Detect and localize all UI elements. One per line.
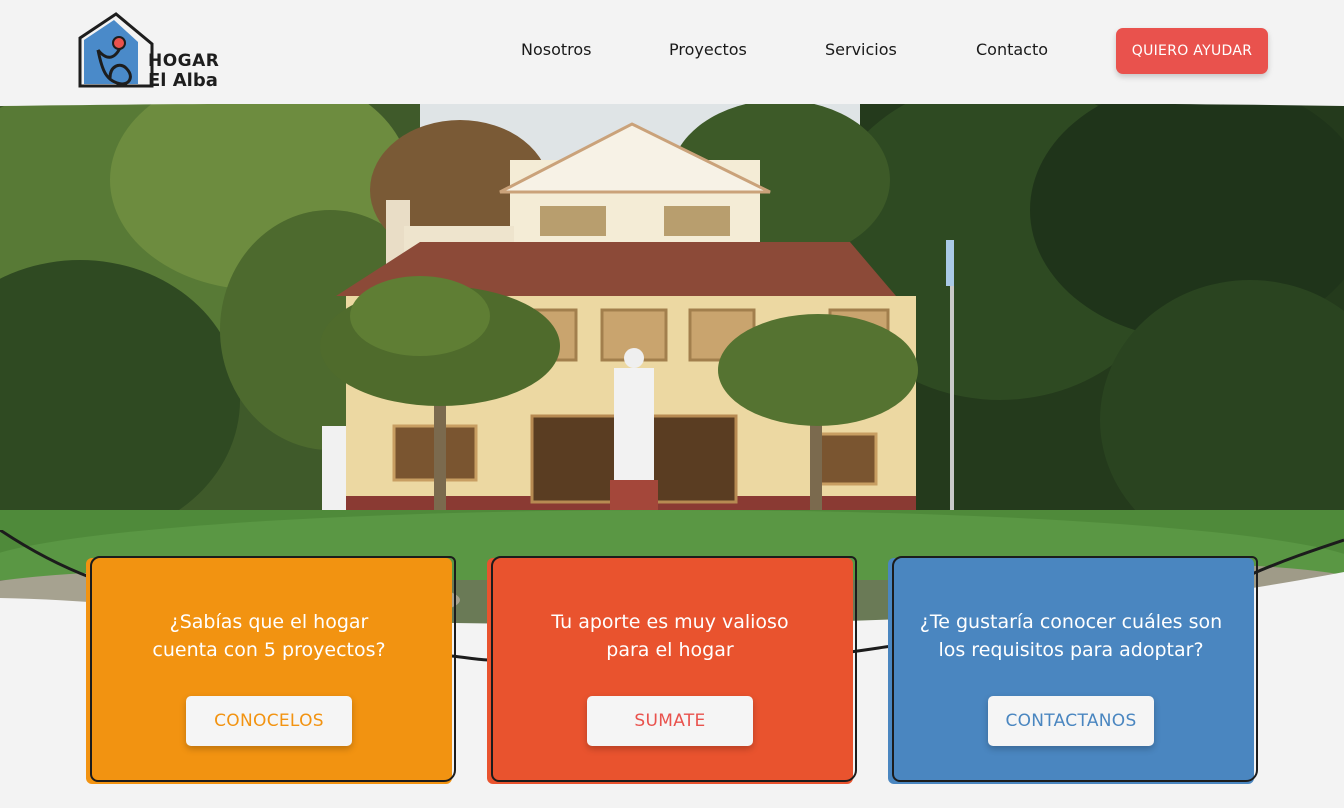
logo-line-el-alba: El Alba [148, 70, 218, 91]
card-text-line: ¿Te gustaría conocer cuáles son [919, 611, 1223, 633]
site-header: HOGAR El Alba Nosotros Proyectos Servici… [0, 0, 1344, 104]
house-logo-icon [78, 12, 154, 88]
card-text: ¿Te gustaría conocer cuáles son los requ… [898, 608, 1244, 664]
card-text: Tu aporte es muy valioso para el hogar [497, 608, 843, 664]
card-text-line: Tu aporte es muy valioso [551, 611, 789, 633]
logo-wordmark: HOGAR El Alba [148, 51, 220, 91]
card-text: ¿Sabías que el hogar cuenta con 5 proyec… [96, 608, 442, 664]
card-text-line: cuenta con 5 proyectos? [152, 639, 386, 661]
nav-link-nosotros[interactable]: Nosotros [521, 40, 592, 59]
card-background [86, 558, 452, 784]
nav-link-proyectos[interactable]: Proyectos [669, 40, 747, 59]
contactanos-button[interactable]: CONTACTANOS [988, 696, 1154, 746]
logo-line-hogar: HOGAR [148, 51, 220, 71]
card-text-line: ¿Sabías que el hogar [169, 611, 369, 633]
card-background [888, 558, 1254, 784]
quiero-ayudar-button[interactable]: QUIERO AYUDAR [1116, 28, 1268, 74]
conocelos-button[interactable]: CONOCELOS [186, 696, 352, 746]
card-text-line: para el hogar [606, 639, 734, 661]
card-background [487, 558, 853, 784]
card-text-line: los requisitos para adoptar? [938, 639, 1204, 661]
nav-link-servicios[interactable]: Servicios [825, 40, 897, 59]
sumate-button[interactable]: SUMATE [587, 696, 753, 746]
card-adoptar: ¿Te gustaría conocer cuáles son los requ… [888, 556, 1258, 784]
nav-link-contacto[interactable]: Contacto [976, 40, 1048, 59]
logo[interactable]: HOGAR El Alba [76, 10, 226, 92]
card-aporte: Tu aporte es muy valioso para el hogar S… [487, 556, 857, 784]
card-proyectos: ¿Sabías que el hogar cuenta con 5 proyec… [86, 556, 456, 784]
